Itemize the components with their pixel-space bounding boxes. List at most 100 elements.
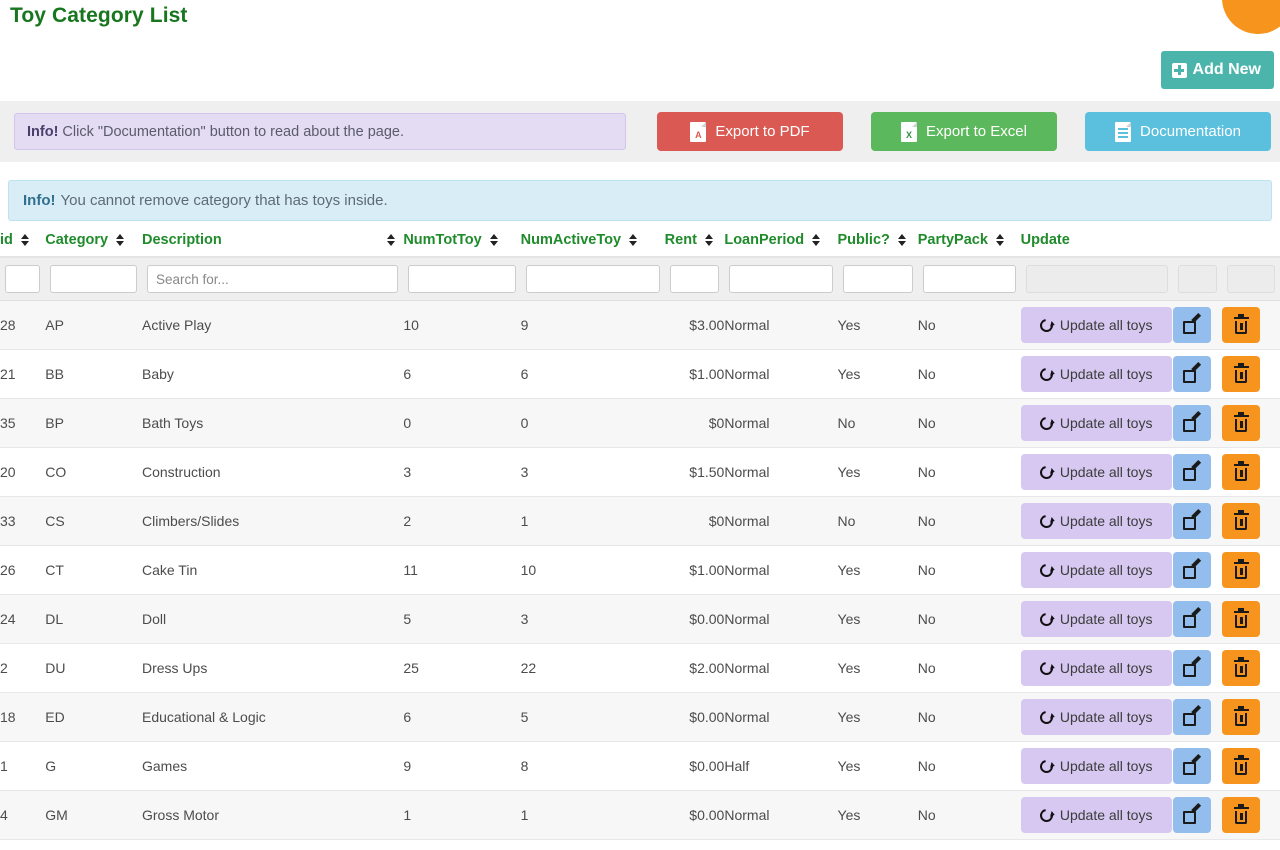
row-cell-public: Yes [837,643,918,693]
edit-row-button[interactable] [1172,650,1211,686]
delete-row-button[interactable] [1222,454,1261,490]
add-new-button[interactable]: Add New [1160,51,1274,89]
delete-row-button[interactable] [1222,552,1261,588]
update-all-toys-button[interactable]: Update all toys [1020,797,1172,833]
filter-input-numtottoy[interactable] [408,265,516,293]
update-all-toys-label: Update all toys [1059,758,1153,774]
edit-row-button[interactable] [1172,356,1211,392]
col-header-id[interactable]: id [0,230,46,258]
sort-icon[interactable] [20,233,31,247]
delete-row-button[interactable] [1222,356,1261,392]
sort-icon[interactable] [704,233,715,247]
export-to-excel-button[interactable]: X Export to Excel [871,112,1057,151]
row-cell-id: 24 [0,594,46,644]
update-all-toys-button[interactable]: Update all toys [1020,650,1172,686]
refresh-icon [1037,315,1056,335]
edit-row-button[interactable] [1172,454,1211,490]
row-cell-description: Dress Ups [141,643,404,693]
delete-row-button[interactable] [1222,503,1261,539]
delete-row-button[interactable] [1222,405,1261,441]
document-icon [1115,121,1132,142]
edit-row-button[interactable] [1172,699,1211,735]
sort-icon[interactable] [489,233,500,247]
update-all-toys-button[interactable]: Update all toys [1020,356,1172,392]
update-all-toys-button[interactable]: Update all toys [1020,454,1172,490]
filter-input-description[interactable] [146,265,399,293]
col-header-category[interactable]: Category [45,230,142,258]
row-cell-loanperiod: Normal [724,349,838,399]
row-cell-rent: $0.00 [664,741,725,791]
row-cell-id: 4 [0,790,46,840]
row-cell-partypack: No [917,496,1021,546]
col-header-public[interactable]: Public? [837,230,918,258]
row-cell-id: 28 [0,300,46,350]
edit-row-button[interactable] [1172,797,1211,833]
edit-row-button[interactable] [1172,601,1211,637]
update-all-toys-button[interactable]: Update all toys [1020,699,1172,735]
edit-row-button[interactable] [1172,748,1211,784]
row-cell-category: CT [45,545,142,595]
documentation-button[interactable]: Documentation [1085,112,1271,151]
delete-row-button[interactable] [1222,699,1261,735]
row-cell-public: Yes [837,349,918,399]
delete-row-button[interactable] [1222,797,1261,833]
filter-input-numactivetoy[interactable] [525,265,660,293]
filter-cell-partypack [917,257,1021,301]
documentation-info-alert-strong: Info! [27,123,59,140]
trash-icon [1233,461,1249,481]
filter-input-public[interactable] [842,265,913,293]
delete-row-button[interactable] [1222,307,1261,343]
row-cell-partypack: No [917,643,1021,693]
col-header-numactivetoy[interactable]: NumActiveToy [520,230,665,258]
export-to-pdf-button[interactable]: A Export to PDF [657,112,843,151]
update-all-toys-button[interactable]: Update all toys [1020,552,1172,588]
filter-cell-numactivetoy [520,257,665,301]
row-cell-category: CS [45,496,142,546]
delete-row-button[interactable] [1222,601,1261,637]
row-cell-partypack: No [917,300,1021,350]
pen-to-square-icon [1183,704,1202,726]
refresh-icon [1037,805,1056,825]
col-header-description[interactable]: Description [141,230,404,258]
row-cell-numtottoy: 2 [403,496,521,546]
filter-input-id[interactable] [5,265,41,293]
edit-row-button[interactable] [1172,552,1211,588]
col-header-loanperiod[interactable]: LoanPeriod [724,230,838,258]
row-cell-numtottoy: 9 [403,741,521,791]
refresh-icon [1037,658,1056,678]
row-cell-category: DU [45,643,142,693]
filter-input-partypack[interactable] [922,265,1016,293]
documentation-label: Documentation [1140,123,1241,140]
sort-icon[interactable] [897,233,908,247]
sort-icon[interactable] [386,233,397,247]
update-all-toys-button[interactable]: Update all toys [1020,503,1172,539]
sort-icon[interactable] [628,233,639,247]
col-header-update: Update [1020,230,1173,258]
row-cell-category: AP [45,300,142,350]
delete-row-button[interactable] [1222,748,1261,784]
row-cell-edit [1172,447,1223,497]
update-all-toys-button[interactable]: Update all toys [1020,748,1172,784]
edit-row-button[interactable] [1172,307,1211,343]
row-cell-description: Construction [141,447,404,497]
edit-row-button[interactable] [1172,405,1211,441]
update-all-toys-button[interactable]: Update all toys [1020,601,1172,637]
update-all-toys-button[interactable]: Update all toys [1020,307,1172,343]
row-cell-loanperiod: Normal [724,692,838,742]
documentation-info-alert-text: Click "Documentation" button to read abo… [62,123,404,140]
edit-row-button[interactable] [1172,503,1211,539]
page-root: Toy Category List Add New Info! Click "D… [0,0,1280,850]
row-cell-description: Bath Toys [141,398,404,448]
sort-icon[interactable] [995,233,1006,247]
delete-row-button[interactable] [1222,650,1261,686]
sort-icon[interactable] [811,233,822,247]
col-header-partypack[interactable]: PartyPack [917,230,1021,258]
filter-input-rent[interactable] [669,265,720,293]
update-all-toys-label: Update all toys [1059,660,1153,676]
filter-input-category[interactable] [50,265,137,293]
sort-icon[interactable] [115,233,126,247]
filter-input-loanperiod[interactable] [729,265,833,293]
col-header-numtottoy[interactable]: NumTotToy [403,230,521,258]
update-all-toys-button[interactable]: Update all toys [1020,405,1172,441]
col-header-rent[interactable]: Rent [664,230,725,258]
